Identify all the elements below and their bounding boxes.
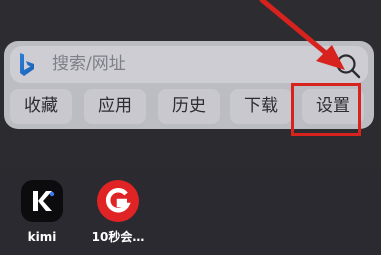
app-kimi[interactable]: kimi	[7, 180, 77, 244]
bing-logo-icon	[20, 53, 34, 76]
search-placeholder[interactable]: 搜索/网址	[52, 54, 126, 74]
g-logo-icon	[105, 188, 131, 213]
10-seconds-app-icon[interactable]	[97, 180, 139, 222]
downloads-button[interactable]: 下载	[230, 89, 292, 124]
apps-button[interactable]: 应用	[84, 89, 146, 124]
kimi-app-icon[interactable]	[21, 180, 63, 222]
app-label-10-seconds: 10秒会…	[91, 230, 145, 244]
search-icon[interactable]	[334, 52, 362, 80]
favorites-button[interactable]: 收藏	[10, 89, 72, 124]
app-label-kimi: kimi	[27, 230, 57, 244]
settings-highlight-box	[291, 83, 361, 136]
kimi-logo-icon	[33, 191, 55, 211]
history-button[interactable]: 历史	[158, 89, 220, 124]
search-bar[interactable]: 搜索/网址	[10, 46, 368, 83]
app-10-seconds[interactable]: 10秒会…	[83, 180, 153, 244]
